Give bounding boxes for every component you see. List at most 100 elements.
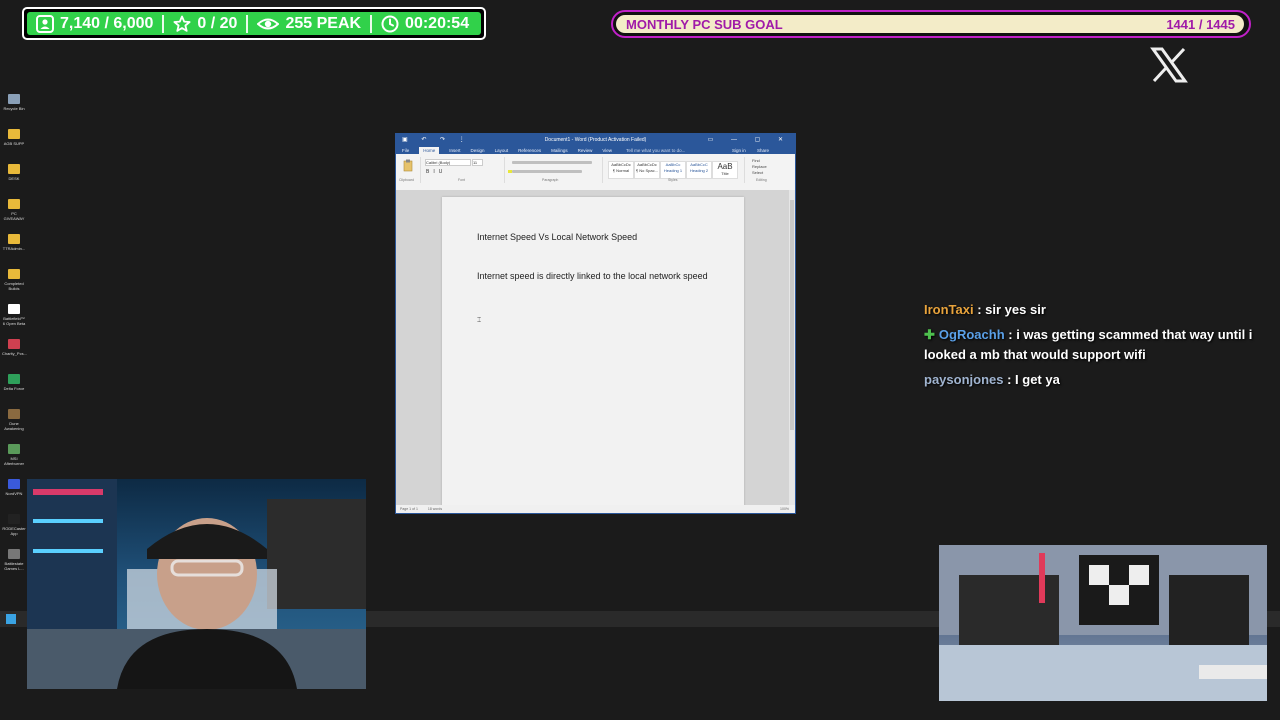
desktop-icon[interactable]: AGB SUPP [2, 129, 26, 146]
clock-icon [381, 15, 399, 32]
paragraph-buttons-row[interactable] [512, 161, 592, 164]
paragraph-group-label: Paragraph [542, 178, 559, 182]
clipboard-group: Clipboard [398, 157, 421, 183]
desktop-icon-image [8, 94, 20, 104]
uptime-value: 00:20:54 [405, 14, 470, 32]
desktop-icon[interactable]: Recycle Bin [2, 94, 26, 111]
desktop-icon-label: Charity_Pcs... [2, 351, 27, 356]
desktop-icon[interactable]: NordVPN [2, 479, 26, 496]
chat-message: IronTaxi : sir yes sir [924, 300, 1280, 320]
desktop-icon[interactable]: DESK [2, 164, 26, 181]
room-scene [939, 545, 1267, 701]
tab-view[interactable]: View [602, 148, 612, 153]
chat-message: paysonjones : I get ya [924, 370, 1280, 390]
word-title-bar: ▣ ↶ ↷ ⋮ Document1 - Word (Product Activa… [396, 134, 795, 146]
styles-group-label: Styles [668, 178, 678, 182]
chat-separator: : [1004, 327, 1017, 342]
eye-icon [257, 18, 280, 29]
page-count: Page 1 of 1 [400, 507, 418, 511]
windows-start-icon[interactable] [6, 614, 16, 624]
tell-me-search[interactable]: Tell me what you want to do... [626, 148, 685, 153]
share-button[interactable]: Share [757, 148, 769, 153]
desktop-icon-label: AGB SUPP [3, 141, 25, 146]
select-button[interactable]: Select [752, 170, 767, 176]
font-size-select[interactable]: 11 [472, 159, 483, 166]
sub-goal-title: MONTHLY PC SUB GOAL [626, 17, 783, 32]
desktop-icon[interactable]: MSI Afterburner [2, 444, 26, 466]
chat-separator: : [973, 302, 986, 317]
sign-in-link[interactable]: Sign in [732, 148, 746, 153]
desktop-icon-label: TTRAdmin... [2, 246, 26, 251]
document-page[interactable]: Internet Speed Vs Local Network Speed In… [442, 197, 744, 513]
desktop-icon[interactable]: Completed Builds [2, 269, 26, 291]
followers-count: 7,140 / 6,000 [60, 14, 154, 32]
desktop-icon[interactable]: Battlefield™ 6 Open Beta [2, 304, 26, 326]
tab-review[interactable]: Review [578, 148, 593, 153]
chat-text: sir yes sir [985, 302, 1046, 317]
desktop-icon[interactable]: Dune Awakening [2, 409, 26, 431]
tab-design[interactable]: Design [471, 148, 485, 153]
style-no-spacing[interactable]: AaBbCcDc ¶ No Spac... [634, 161, 660, 179]
style-title[interactable]: AaB Title [712, 161, 738, 179]
chat-username: paysonjones [924, 372, 1004, 387]
desktop-icon-label: Dune Awakening [4, 421, 24, 431]
sub-goal-count: 1441 / 1445 [1166, 17, 1235, 32]
x-logo-icon [1150, 47, 1188, 83]
stats-inner: 7,140 / 6,000 0 / 20 255 PEAK 00:20:54 [27, 12, 481, 35]
tab-file[interactable]: File [402, 148, 409, 153]
vertical-scrollbar[interactable] [789, 190, 795, 505]
document-heading: Internet Speed Vs Local Network Speed [477, 232, 638, 242]
alignment-buttons-row[interactable] [512, 170, 582, 173]
desktop-icon[interactable]: Delta Force [2, 374, 26, 391]
chat-overlay: IronTaxi : sir yes sir ✚ OgRoachh : i was … [924, 300, 1280, 395]
desktop-icon-label: Completed Builds [4, 281, 24, 291]
stat-divider [162, 14, 165, 33]
stars-stat: 0 / 20 [164, 15, 246, 33]
chat-username: IronTaxi [924, 302, 974, 317]
document-area: Internet Speed Vs Local Network Speed In… [396, 190, 795, 513]
desktop-icon[interactable]: TTRAdmin... [2, 234, 26, 251]
desktop-icon-image [8, 304, 20, 314]
ribbon: Clipboard Calibri (Body) 11 BIU Font Par… [396, 154, 795, 191]
word-window[interactable]: ▣ ↶ ↷ ⋮ Document1 - Word (Product Activa… [395, 133, 796, 514]
chat-message: ✚ OgRoachh : i was getting scammed that w… [924, 325, 1280, 365]
tab-home[interactable]: Home [419, 146, 440, 154]
ribbon-tabs: File Home Insert Design Layout References Mail… [396, 146, 795, 154]
tab-insert[interactable]: Insert [449, 148, 460, 153]
desktop-icon-image [8, 339, 20, 349]
desktop-icon-image [8, 479, 20, 489]
editing-group: Find Replace Select Editing [748, 157, 788, 183]
font-name-select[interactable]: Calibri (Body) [425, 159, 471, 166]
desktop-icon-label: RODECaster App [2, 526, 26, 536]
desktop-icon[interactable]: PC GIVEAWAY [2, 199, 26, 221]
webcam-scene [27, 479, 366, 689]
tab-layout[interactable]: Layout [495, 148, 509, 153]
viewers-count: 255 PEAK [285, 14, 362, 32]
zoom-level[interactable]: 100% [780, 507, 789, 511]
paste-icon[interactable] [403, 159, 413, 172]
desktop-icon[interactable]: Battlestate Games L... [2, 549, 26, 571]
stream-stats-bar: 7,140 / 6,000 0 / 20 255 PEAK 00:20:54 [22, 7, 486, 40]
desktop-icon[interactable]: RODECaster App [2, 514, 26, 536]
desktop-icon-image [8, 444, 20, 454]
desktop-icon[interactable]: Charity_Pcs... [2, 339, 27, 356]
stars-count: 0 / 20 [197, 14, 238, 32]
paragraph-group: Paragraph [506, 157, 603, 183]
tab-mailings[interactable]: Mailings [551, 148, 568, 153]
style-heading-2[interactable]: AaBbCcC Heading 2 [686, 161, 712, 179]
font-format-buttons[interactable]: BIU [426, 169, 446, 175]
style-normal[interactable]: AaBbCcDc ¶ Normal [608, 161, 634, 179]
desktop-icon-label: Battlefield™ 6 Open Beta [2, 316, 26, 326]
tab-references[interactable]: References [518, 148, 541, 153]
window-controls[interactable]: ▭ — ▢ ✕ [708, 136, 791, 143]
streamer-webcam [27, 479, 366, 689]
desktop-icon-label: NordVPN [5, 491, 23, 496]
followers-icon [36, 14, 54, 33]
desktop-icon-label: Battlestate Games L... [4, 561, 24, 571]
desktop-icon-image [8, 199, 20, 209]
desktop-icon-image [8, 269, 20, 279]
desktop-icon-image [8, 549, 20, 559]
desktop-icon-image [8, 514, 20, 524]
scrollbar-thumb[interactable] [790, 200, 794, 430]
style-heading-1[interactable]: AaBbCc Heading 1 [660, 161, 686, 179]
